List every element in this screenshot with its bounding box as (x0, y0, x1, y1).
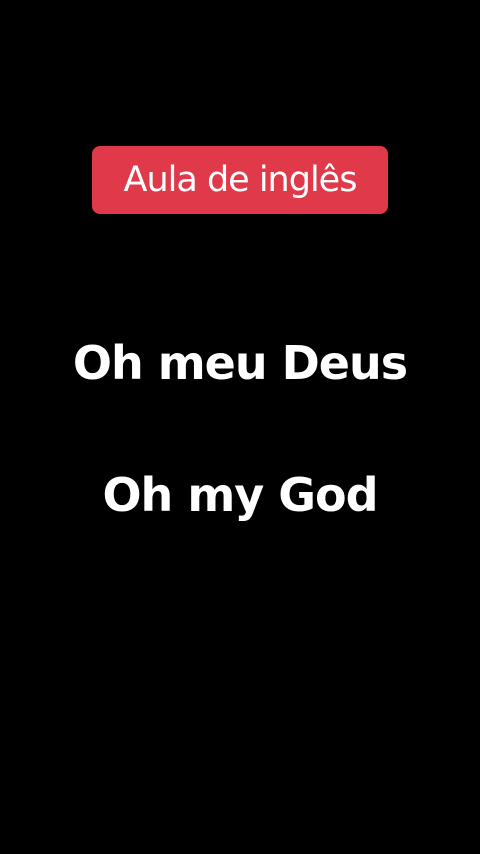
lesson-badge: Aula de inglês (92, 146, 388, 214)
lesson-badge-label: Aula de inglês (123, 159, 358, 200)
video-frame: Aula de inglês Oh meu Deus Oh my God (0, 0, 480, 854)
portuguese-phrase: Oh meu Deus (72, 336, 408, 390)
english-phrase: Oh my God (102, 468, 378, 522)
